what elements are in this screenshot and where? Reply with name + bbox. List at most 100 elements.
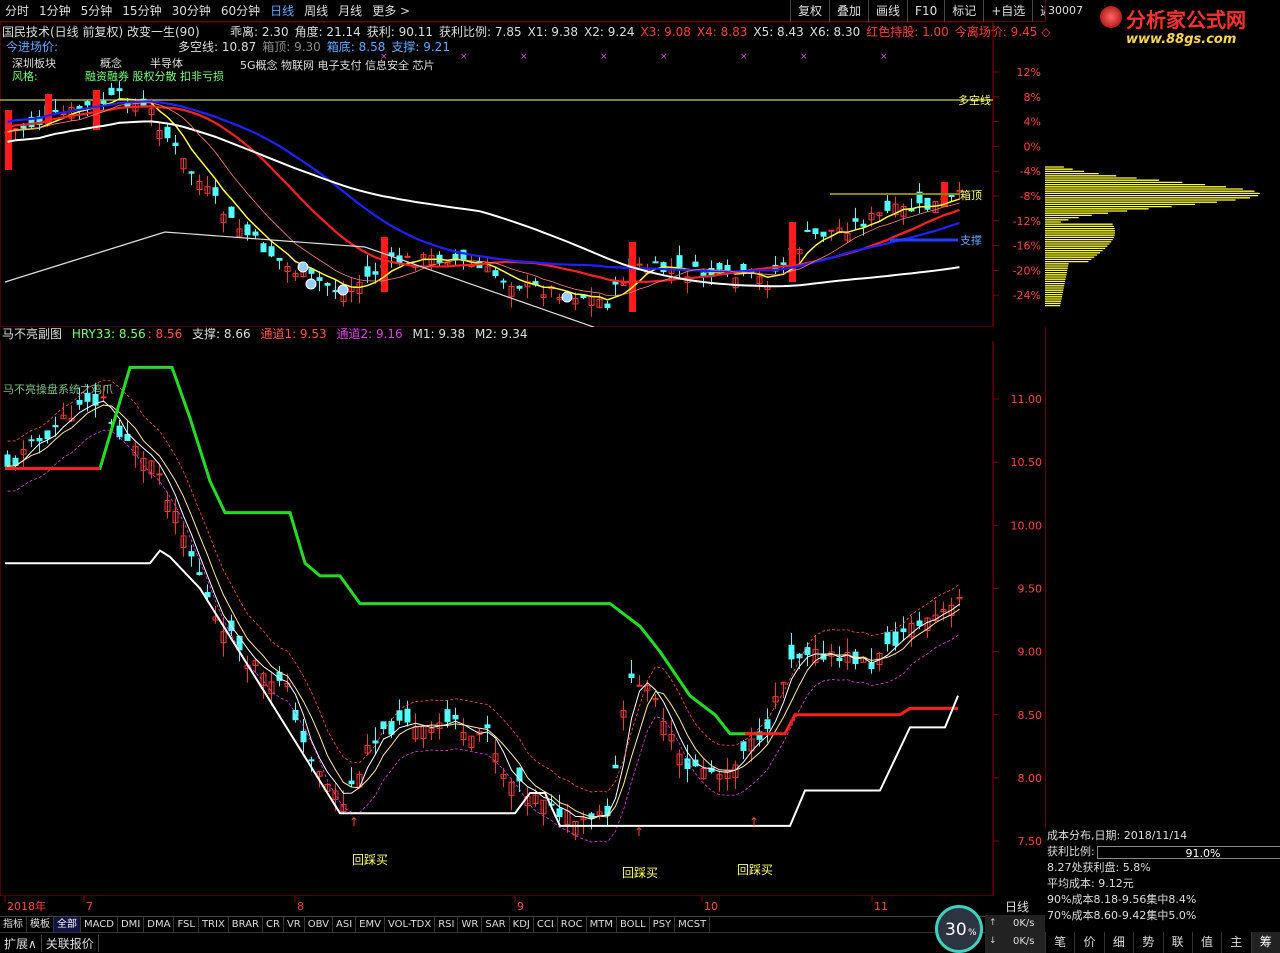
indicator-tab-dma[interactable]: DMA [144, 917, 175, 932]
semi-label: 半导体 [150, 56, 183, 70]
indicator-tab-macd[interactable]: MACD [81, 917, 118, 932]
sub-candle [868, 662, 875, 669]
main-candle [252, 231, 259, 236]
support-label: 支撑 [960, 233, 982, 247]
sub-candle [836, 657, 843, 662]
pct-tick-label: -24% [1013, 289, 1041, 302]
main-candle [268, 246, 275, 257]
period-tab-6[interactable]: 日线 [265, 0, 299, 22]
indicator-tab-cci[interactable]: CCI [534, 917, 558, 932]
right-tab-0[interactable]: 笔 [1045, 932, 1074, 953]
right-tab-bar: 笔价细势联值主筹 [1045, 932, 1280, 953]
right-tab-4[interactable]: 联 [1162, 932, 1192, 953]
time-axis: 2018年 7 8 9 10 11 [4, 896, 888, 913]
sub-indicator-chart[interactable]: 11.00 10.50 10.00 9.50 9.00 8.50 8.00 7.50 马不亮操盘… [0, 341, 1045, 896]
main-candle [652, 261, 659, 264]
network-speed-gauge[interactable]: 30% [935, 905, 983, 953]
indicator-tab-vol-tdx[interactable]: VOL-TDX [385, 917, 436, 932]
main-candle [636, 263, 643, 266]
right-tab-5[interactable]: 值 [1191, 932, 1221, 953]
toolbar-button-0[interactable]: 复权 [790, 0, 829, 22]
footer-button-1[interactable]: 关联报价 [42, 934, 99, 952]
indicator-tab-fsl[interactable]: FSL [174, 917, 199, 932]
sub-note: 马不亮操盘系统之鸡爪 [3, 382, 113, 396]
indicator-tab-kdj[interactable]: KDJ [510, 917, 534, 932]
period-tab-8[interactable]: 月线 [333, 0, 367, 22]
period-tab-5[interactable]: 60分钟 [216, 0, 265, 22]
price-tick-label: 9.00 [1018, 646, 1043, 659]
cross-marker: × [800, 52, 808, 62]
style-label: 风格: [12, 69, 38, 83]
indicator-tab-全部[interactable]: 全部 [54, 917, 81, 932]
indicator-tab-asi[interactable]: ASI [333, 917, 357, 932]
sub-candle [612, 764, 619, 769]
time-tick-label: 11 [874, 900, 888, 913]
main-candle [316, 277, 323, 281]
indicator-tab-rsi[interactable]: RSI [435, 917, 459, 932]
period-tab-3[interactable]: 15分钟 [117, 0, 166, 22]
footer-button-0[interactable]: 扩展∧ [0, 934, 42, 952]
main-candle [804, 229, 811, 232]
upload-speed: 0K/s [1013, 918, 1035, 929]
sub-candle [916, 620, 923, 627]
ma5-line [7, 98, 960, 301]
toolbar-button-2[interactable]: 画线 [868, 0, 907, 22]
toolbar-button-3[interactable]: F10 [907, 0, 944, 22]
time-tick-label: 8 [297, 900, 304, 913]
ma30-line [7, 100, 960, 273]
period-tab-9[interactable]: 更多 > [367, 0, 415, 22]
period-tab-7[interactable]: 周线 [299, 0, 333, 22]
indicator-tab-psy[interactable]: PSY [650, 917, 676, 932]
right-tab-6[interactable]: 主 [1221, 932, 1250, 953]
indicator-tab-obv[interactable]: OBV [305, 917, 333, 932]
indicator-tab-dmi[interactable]: DMI [118, 917, 145, 932]
indicator-tab-sar[interactable]: SAR [482, 917, 510, 932]
right-tab-2[interactable]: 细 [1103, 932, 1133, 953]
channel-1-value: 通道1: 9.53 [260, 327, 327, 341]
pct-tick-label: -8% [1020, 190, 1041, 203]
box-top-label: 箱顶 [960, 188, 982, 202]
indicator-tab-mcst[interactable]: MCST [675, 917, 711, 932]
period-tab-0[interactable]: 分时 [0, 0, 34, 22]
toolbar-button-4[interactable]: 标记 [944, 0, 983, 22]
main-kline-chart[interactable]: 多空线箱顶支撑 深圳板块 概念 半导体 5G概念 物联网 电子支付 信息安全 芯片风格:… [0, 22, 1045, 327]
main-candle [404, 255, 411, 258]
main-candle [228, 206, 235, 218]
main-candle [812, 228, 819, 235]
main-candle [860, 223, 867, 227]
indicator-tab-wr[interactable]: WR [458, 917, 483, 932]
sub-title: 马不亮副图 [2, 327, 63, 341]
period-tab-1[interactable]: 1分钟 [34, 0, 76, 22]
price-tick-label: 11.00 [1011, 393, 1043, 406]
duokong-label: 多空线 [958, 93, 991, 107]
right-tab-3[interactable]: 势 [1133, 932, 1162, 953]
period-tab-4[interactable]: 30分钟 [167, 0, 216, 22]
time-tick-label: 9 [517, 900, 524, 913]
style-tags: 融资融券 股权分散 扣非亏损 [85, 69, 224, 83]
support-red-line [745, 706, 958, 736]
indicator-tab-vr[interactable]: VR [284, 917, 305, 932]
sub-candle [300, 730, 307, 743]
toolbar-button-5[interactable]: +自选 [983, 0, 1032, 22]
indicator-tab-trix[interactable]: TRIX [199, 917, 229, 932]
m1-line [7, 400, 960, 820]
main-candle [852, 218, 859, 222]
indicator-tab-指标[interactable]: 指标 [0, 917, 27, 932]
percent-axis: 12% 8% 4% 0% -4% -8% -12% -16% -20% -24% [993, 66, 1041, 302]
indicator-tab-cr[interactable]: CR [263, 917, 284, 932]
indicator-tab-boll[interactable]: BOLL [617, 917, 650, 932]
indicator-tab-mtm[interactable]: MTM [587, 917, 617, 932]
sub-candle [380, 721, 387, 730]
right-tab-7[interactable]: 筹 [1250, 932, 1280, 953]
main-candle [780, 262, 787, 265]
main-candle [460, 249, 467, 262]
indicator-tab-roc[interactable]: ROC [558, 917, 587, 932]
toolbar-button-1[interactable]: 叠加 [829, 0, 868, 22]
period-tab-2[interactable]: 5分钟 [76, 0, 118, 22]
indicator-tab-brar[interactable]: BRAR [229, 917, 263, 932]
signal-ball [561, 291, 573, 303]
download-speed: 0K/s [1013, 936, 1035, 947]
right-tab-1[interactable]: 价 [1074, 932, 1103, 953]
indicator-tab-emv[interactable]: EMV [356, 917, 385, 932]
indicator-tab-模板[interactable]: 模板 [27, 917, 54, 932]
